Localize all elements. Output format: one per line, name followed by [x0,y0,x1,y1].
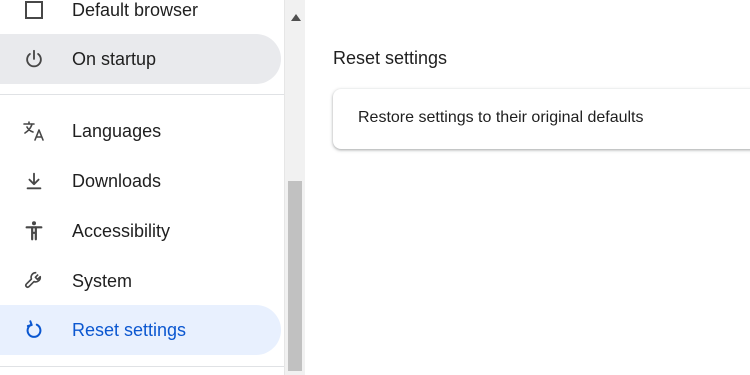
reset-icon [22,318,46,342]
translate-icon [22,119,46,143]
sidebar-scrollbar[interactable] [284,0,305,375]
power-icon [22,47,46,71]
browser-window-icon [22,0,46,22]
accessibility-icon [22,219,46,243]
reset-settings-card: Restore settings to their original defau… [333,89,750,149]
download-icon [22,169,46,193]
sidebar-divider [0,366,284,367]
sidebar-item-label: Default browser [72,0,199,20]
sidebar-item-reset-settings[interactable]: Reset settings [0,305,281,355]
wrench-icon [22,269,46,293]
sidebar-item-label: Accessibility [72,220,171,241]
scrollbar-thumb[interactable] [288,181,302,371]
sidebar-item-default-browser[interactable]: Default browser [0,0,281,35]
sidebar-item-label: Downloads [72,170,162,191]
settings-sidebar: Default browser On startup Languages Dow… [0,0,284,375]
scroll-up-arrow-icon[interactable] [291,14,301,21]
sidebar-divider [0,94,284,95]
sidebar-item-on-startup[interactable]: On startup [0,34,281,84]
section-title: Reset settings [333,48,448,68]
sidebar-item-accessibility[interactable]: Accessibility [0,206,281,256]
sidebar-item-label: On startup [72,48,157,69]
sidebar-item-system[interactable]: System [0,256,281,306]
sidebar-item-label: System [72,270,133,291]
main-content: Reset settings Restore settings to their… [304,0,750,375]
sidebar-item-languages[interactable]: Languages [0,106,281,156]
sidebar-item-downloads[interactable]: Downloads [0,156,281,206]
restore-defaults-button[interactable]: Restore settings to their original defau… [358,109,643,127]
sidebar-item-label: Languages [72,120,162,141]
sidebar-item-label: Reset settings [72,319,187,340]
